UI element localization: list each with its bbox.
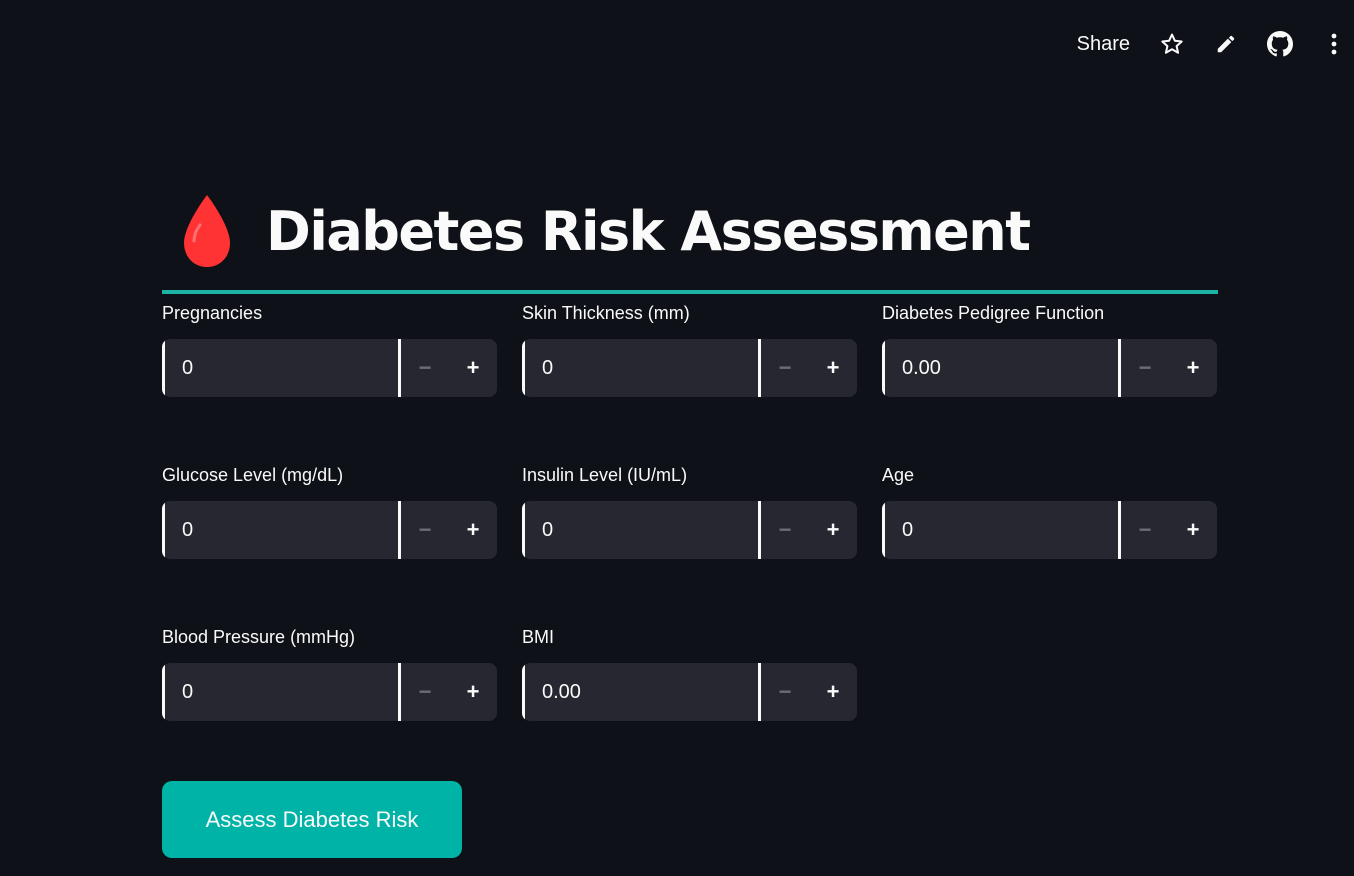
blood-pressure-field: Blood Pressure (mmHg) − +: [162, 624, 497, 721]
glucose-stepper: − +: [162, 501, 497, 559]
age-input[interactable]: [885, 501, 1118, 559]
skin-thickness-stepper: − +: [522, 339, 857, 397]
age-field: Age − +: [882, 462, 1217, 559]
glucose-input[interactable]: [165, 501, 398, 559]
bmi-label: BMI: [522, 627, 555, 647]
insulin-label: Insulin Level (IU/mL): [522, 465, 688, 485]
skin-thickness-input[interactable]: [525, 339, 758, 397]
skin-thickness-label: Skin Thickness (mm): [522, 303, 690, 323]
glucose-increment-button[interactable]: +: [449, 501, 497, 559]
glucose-label: Glucose Level (mg/dL): [162, 465, 344, 485]
glucose-decrement-button[interactable]: −: [401, 501, 449, 559]
glucose-field: Glucose Level (mg/dL) − +: [162, 462, 497, 559]
bmi-decrement-button[interactable]: −: [761, 663, 809, 721]
pedigree-input[interactable]: [885, 339, 1118, 397]
blood-pressure-label: Blood Pressure (mmHg): [162, 627, 356, 647]
blood-pressure-decrement-button[interactable]: −: [401, 663, 449, 721]
pedigree-label: Diabetes Pedigree Function: [882, 303, 1105, 323]
pregnancies-stepper: − +: [162, 339, 497, 397]
skin-thickness-increment-button[interactable]: +: [809, 339, 857, 397]
pregnancies-increment-button[interactable]: +: [449, 339, 497, 397]
insulin-increment-button[interactable]: +: [809, 501, 857, 559]
app-toolbar: Share: [1077, 26, 1354, 62]
pregnancies-field: Pregnancies − +: [162, 300, 497, 397]
blood-pressure-increment-button[interactable]: +: [449, 663, 497, 721]
bmi-field: BMI − +: [522, 624, 857, 721]
title-divider: [162, 290, 1218, 294]
title-row: Diabetes Risk Assessment: [162, 186, 1031, 276]
pregnancies-decrement-button[interactable]: −: [401, 339, 449, 397]
age-label: Age: [882, 465, 915, 485]
assess-risk-button[interactable]: Assess Diabetes Risk: [162, 781, 462, 858]
blood-pressure-input[interactable]: [165, 663, 398, 721]
pregnancies-input[interactable]: [165, 339, 398, 397]
skin-thickness-decrement-button[interactable]: −: [761, 339, 809, 397]
age-stepper: − +: [882, 501, 1217, 559]
share-button[interactable]: Share: [1077, 33, 1130, 56]
page-title: Diabetes Risk Assessment: [266, 199, 1031, 263]
bmi-stepper: − +: [522, 663, 857, 721]
bmi-input[interactable]: [525, 663, 758, 721]
skin-thickness-field: Skin Thickness (mm) − +: [522, 300, 857, 397]
insulin-decrement-button[interactable]: −: [761, 501, 809, 559]
insulin-field: Insulin Level (IU/mL) − +: [522, 462, 857, 559]
star-icon[interactable]: [1158, 30, 1186, 58]
github-icon[interactable]: [1266, 30, 1294, 58]
pedigree-decrement-button[interactable]: −: [1121, 339, 1169, 397]
bmi-increment-button[interactable]: +: [809, 663, 857, 721]
age-increment-button[interactable]: +: [1169, 501, 1217, 559]
blood-drop-icon: [184, 195, 230, 267]
blood-pressure-stepper: − +: [162, 663, 497, 721]
insulin-input[interactable]: [525, 501, 758, 559]
more-vertical-icon[interactable]: [1320, 30, 1348, 58]
pregnancies-label: Pregnancies: [162, 303, 263, 323]
pencil-icon[interactable]: [1212, 30, 1240, 58]
insulin-stepper: − +: [522, 501, 857, 559]
pedigree-field: Diabetes Pedigree Function − +: [882, 300, 1217, 397]
age-decrement-button[interactable]: −: [1121, 501, 1169, 559]
pedigree-increment-button[interactable]: +: [1169, 339, 1217, 397]
pedigree-stepper: − +: [882, 339, 1217, 397]
